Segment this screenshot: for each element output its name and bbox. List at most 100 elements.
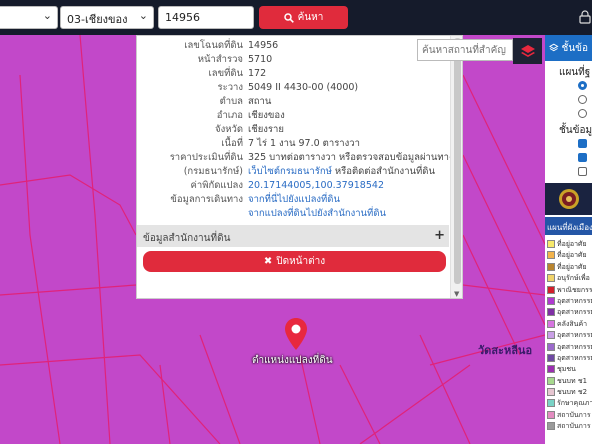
layers-toggle-button[interactable] — [513, 38, 542, 64]
province-select[interactable]: ⌄ — [0, 6, 58, 29]
location-marker-icon[interactable] — [284, 317, 308, 351]
info-row-label: ค่าพิกัดแปลง — [190, 180, 244, 191]
legend-item: อุตสาหกรรม — [545, 306, 592, 317]
legend-item: อุตสาหกรรม — [545, 329, 592, 340]
top-search-bar: ⌄ 03-เชียงของ ⌄ ค้นหา — [0, 0, 592, 35]
info-row-label: หน้าสำรวจ — [197, 54, 243, 65]
legend-swatch — [547, 376, 555, 385]
info-row-value: เชียงราย — [248, 123, 284, 137]
legend-label: คลังสินค้า — [557, 319, 588, 328]
info-row-value-extra: หรือติดต่อสำนักงานที่ดิน — [331, 166, 435, 177]
info-row: จากแปลงที่ดินไปยังสำนักงานที่ดิน — [137, 207, 457, 221]
legend-swatch — [547, 308, 555, 317]
layers-panel: ชั้นข้อ แผนที่ฐ ชั้นข้อมูล แผนที่ผังเมือ… — [545, 35, 592, 444]
legend-swatch — [547, 342, 555, 351]
info-row-label: เลขที่ดิน — [208, 68, 244, 79]
legend-swatch — [547, 262, 555, 271]
legend-item: ชนบท ช1 — [545, 375, 592, 386]
legend-swatch — [547, 240, 555, 248]
legend-item: ที่อยู่อาศัย — [545, 238, 592, 249]
legend-label: อนุรักษ์เพื่อ — [557, 274, 590, 283]
legend-label: ชนบท ช1 — [557, 376, 588, 385]
district-select[interactable]: 03-เชียงของ ⌄ — [60, 6, 154, 29]
info-row: จังหวัด เชียงราย — [137, 123, 457, 137]
legend-item: สถาบันการ — [545, 409, 592, 420]
info-row-value: สถาน — [248, 95, 271, 109]
info-row-value: 172 — [248, 67, 266, 81]
legend-label: พาณิชยกรรม — [557, 285, 592, 294]
info-row-value-text: 14956 — [248, 40, 279, 51]
info-row: ค่าพิกัดแปลง 20.17144005,100.37918542 — [137, 179, 457, 193]
marker-label: ตำแหน่งแปลงที่ดิน — [252, 355, 333, 366]
info-row-value-text[interactable]: จากแปลงที่ดินไปยังสำนักงานที่ดิน — [248, 208, 386, 219]
close-icon: ✖ — [263, 256, 273, 267]
info-row: ตำบล สถาน — [137, 95, 457, 109]
place-label: วัดสะหลีนอ — [478, 344, 533, 357]
legend-swatch — [547, 365, 555, 374]
base-map-label: แผนที่ฐ — [559, 67, 591, 78]
data-layers-label: ชั้นข้อมูล — [559, 125, 592, 136]
legend-swatch — [547, 388, 555, 397]
land-office-section-toggle[interactable]: ข้อมูลสำนักงานที่ดิน + — [137, 225, 449, 247]
legend-swatch — [547, 251, 555, 260]
info-row: หน้าสำรวจ 5710 — [137, 53, 457, 67]
info-row-value-text[interactable]: 20.17144005,100.37918542 — [248, 180, 384, 191]
scroll-down-arrow-icon[interactable]: ▼ — [454, 290, 459, 298]
layer-checkbox-2[interactable] — [578, 153, 587, 162]
legend-swatch — [547, 410, 555, 419]
info-row-value-text: เชียงราย — [248, 124, 284, 135]
info-row: เลขโฉนดที่ดิน 14956 — [137, 39, 457, 53]
info-row-link[interactable]: เว็บไซต์กรมธนารักษ์ หรือติดต่อสำนักงานที… — [248, 165, 435, 179]
info-row: อำเภอ เชียงของ — [137, 109, 457, 123]
scrollbar-thumb[interactable] — [454, 38, 461, 284]
legend-item: รักษาคุณภาพ — [545, 397, 592, 408]
info-row-label: ข้อมูลการเดินทาง — [170, 194, 243, 205]
district-select-value: 03-เชียงของ — [67, 13, 128, 26]
info-row-link[interactable]: จากที่นี่ไปยังแปลงที่ดิน — [248, 193, 340, 207]
legend-header: แผนที่ผังเมืองรวม — [545, 217, 592, 235]
search-button-label: ค้นหา — [297, 12, 324, 23]
legend-swatch — [547, 331, 555, 340]
landmark-search-input[interactable] — [417, 39, 513, 61]
info-row-value-text[interactable]: เว็บไซต์กรมธนารักษ์ — [248, 166, 332, 177]
chevron-down-icon: ⌄ — [138, 9, 148, 22]
info-row: เนื้อที่ 7 ไร่ 1 งาน 97.0 ตารางวา — [137, 137, 457, 151]
legend-item: อุตสาหกรรม — [545, 341, 592, 352]
land-office-section-label: ข้อมูลสำนักงานที่ดิน — [143, 233, 231, 244]
department-logo — [545, 183, 592, 215]
legend-item: อุตสาหกรรม — [545, 352, 592, 363]
info-row-label: เลขโฉนดที่ดิน — [184, 40, 243, 51]
info-row-value-text: สถาน — [248, 96, 272, 107]
info-row-value: เชียงของ — [248, 109, 285, 123]
info-row-value: 325 บาทต่อตารางวา หรือตรวจสอบข้อมูลผ่านท… — [248, 151, 454, 165]
info-row-link[interactable]: 20.17144005,100.37918542 — [248, 179, 384, 193]
layer-checkbox-3[interactable] — [578, 167, 587, 176]
parcel-number-input[interactable] — [158, 6, 254, 29]
info-row-link[interactable]: จากแปลงที่ดินไปยังสำนักงานที่ดิน — [248, 207, 386, 221]
info-row-value-text[interactable]: จากที่นี่ไปยังแปลงที่ดิน — [248, 194, 340, 205]
lock-icon[interactable] — [578, 10, 592, 24]
close-window-button[interactable]: ✖ ปิดหน้าต่าง — [143, 251, 446, 272]
legend-swatch — [547, 274, 555, 283]
legend-swatch — [547, 399, 555, 408]
layers-panel-header[interactable]: ชั้นข้อ — [545, 35, 592, 61]
layer-checkbox-1[interactable] — [578, 139, 587, 148]
base-map-radio-1[interactable] — [578, 81, 587, 90]
info-row-value-text: 7 ไร่ 1 งาน 97.0 ตารางวา — [248, 138, 360, 149]
zoning-legend: ที่อยู่อาศัย ที่อยู่อาศัย ที่อยู่อาศัย อนุร… — [545, 238, 592, 432]
layers-icon — [520, 45, 535, 57]
search-button[interactable]: ค้นหา — [259, 6, 348, 29]
layers-panel-title: ชั้นข้อ — [561, 42, 588, 54]
legend-item: คลังสินค้า — [545, 318, 592, 329]
base-map-radio-2[interactable] — [578, 95, 587, 104]
legend-label: สถาบันการ — [557, 422, 591, 431]
legend-item: อุตสาหกรรม — [545, 295, 592, 306]
info-row-value-text: 5710 — [248, 54, 273, 65]
info-row-value-text: 172 — [248, 68, 267, 79]
base-map-radio-3[interactable] — [578, 109, 587, 118]
seal-icon — [558, 189, 579, 209]
legend-label: ชนบท ช2 — [557, 388, 588, 397]
legend-swatch — [547, 296, 555, 305]
popup-scrollbar[interactable]: ▼ — [450, 36, 462, 298]
legend-label: สถาบันการ — [557, 410, 591, 419]
